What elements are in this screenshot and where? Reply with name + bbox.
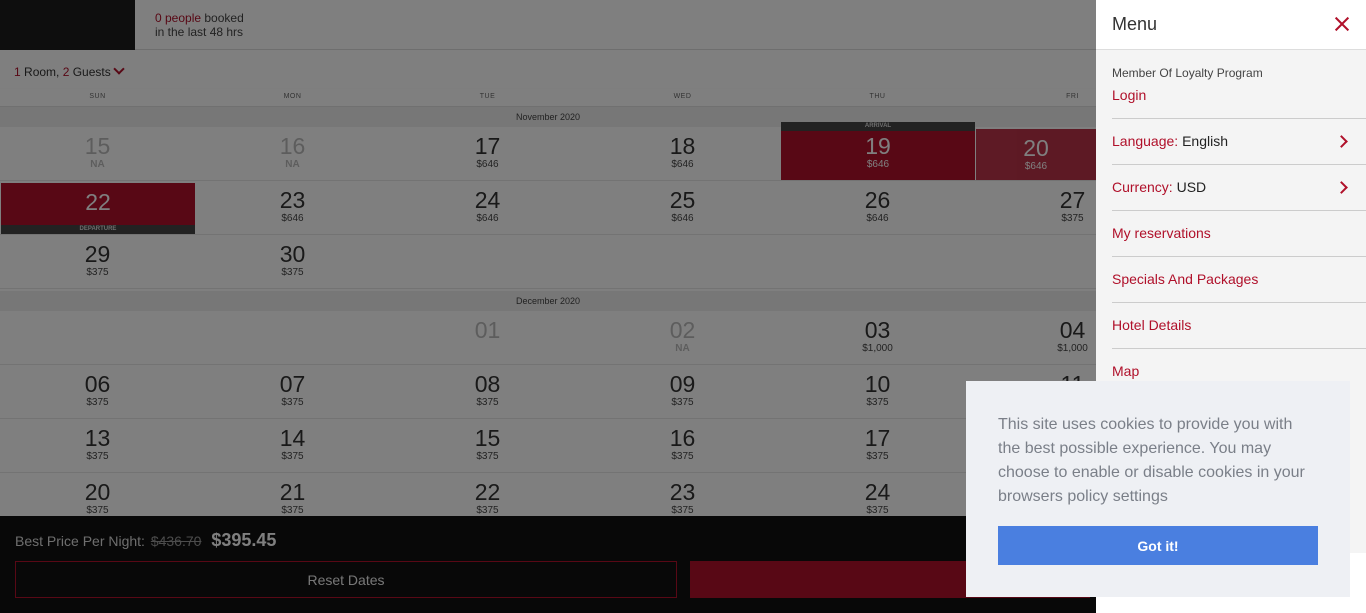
got-it-button[interactable]: Got it! (998, 526, 1318, 565)
hotel-details-link[interactable]: Hotel Details (1112, 302, 1366, 348)
chevron-right-icon (1335, 181, 1348, 194)
chevron-right-icon (1335, 135, 1348, 148)
currency-label: Currency: (1112, 179, 1173, 195)
modal-overlay[interactable] (0, 0, 1096, 613)
loyalty-label: Member Of Loyalty Program (1112, 66, 1263, 80)
menu-header: Menu (1096, 0, 1366, 50)
cookie-message: This site uses cookies to provide you wi… (998, 416, 1305, 505)
cookie-banner: This site uses cookies to provide you wi… (966, 381, 1350, 597)
currency-value: USD (1176, 179, 1207, 195)
language-value: English (1182, 133, 1228, 149)
specials-link[interactable]: Specials And Packages (1112, 256, 1366, 302)
language-label: Language: (1112, 133, 1179, 149)
login-link[interactable]: Login (1112, 87, 1146, 103)
currency-item[interactable]: Currency: USD (1112, 164, 1366, 210)
menu-title: Menu (1112, 14, 1158, 34)
my-reservations-link[interactable]: My reservations (1112, 210, 1366, 256)
close-icon[interactable] (1332, 14, 1352, 34)
language-item[interactable]: Language: English (1112, 118, 1366, 164)
booking-page: 0 people booked in the last 48 hrs 1 Roo… (0, 0, 1366, 613)
